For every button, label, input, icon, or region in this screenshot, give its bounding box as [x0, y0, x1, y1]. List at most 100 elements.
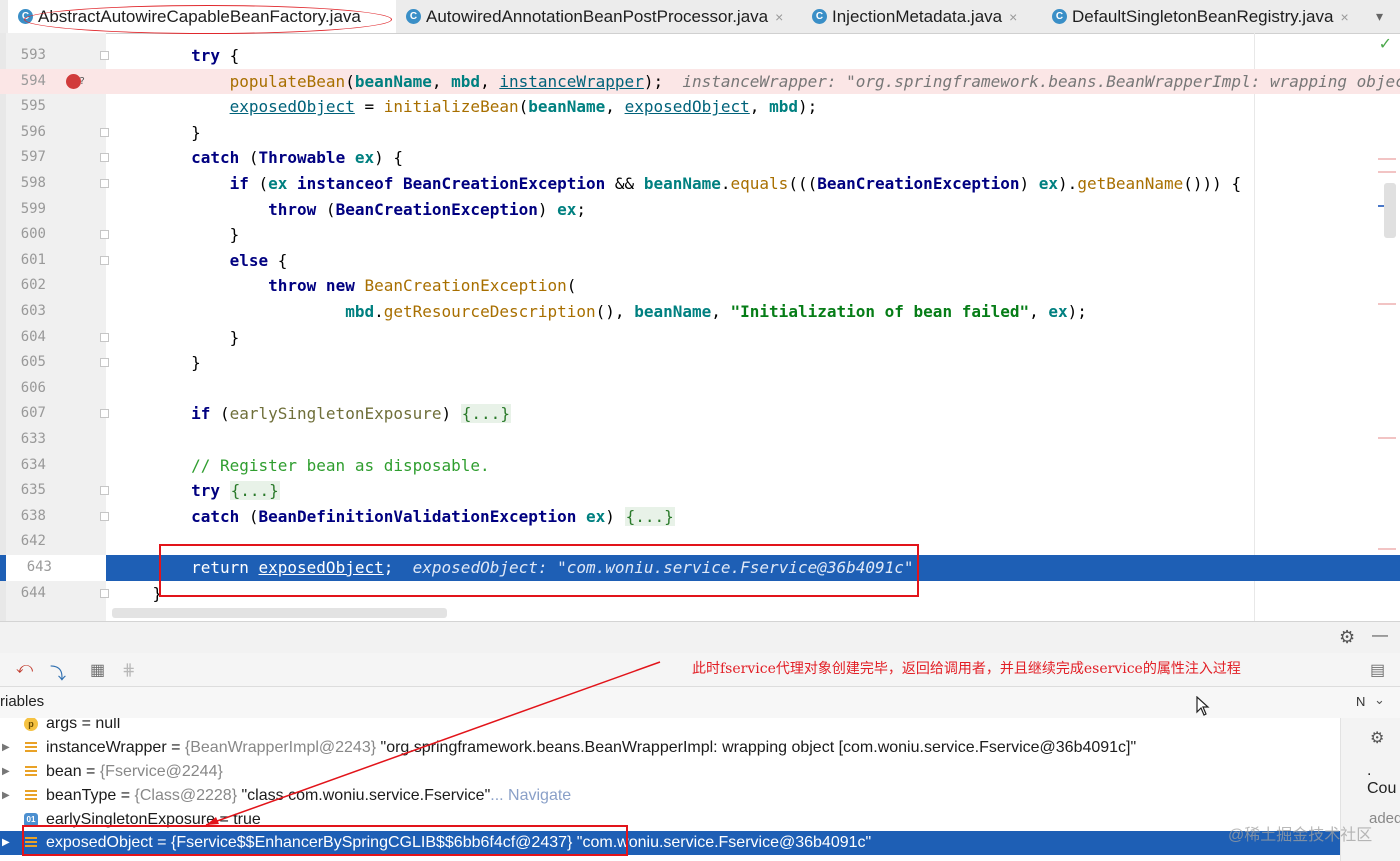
code-text: catch (BeanDefinitionValidationException… [191, 506, 675, 526]
code-text: throw (BeanCreationException) ex; [268, 199, 587, 219]
tab-autowired-annotation-bean-post-processor[interactable]: C AutowiredAnnotationBeanPostProcessor.j… [406, 0, 783, 33]
java-class-icon: C [812, 9, 827, 24]
tab-abstract-autowire-capable-bean-factory[interactable]: C AbstractAutowireCapableBeanFactory.jav… [8, 0, 396, 33]
line-number: 642 [20, 533, 46, 550]
close-icon[interactable]: × [1009, 9, 1017, 25]
code-editor[interactable]: 593 try { 594 ? populateBean(beanName, m… [0, 33, 1400, 621]
code-text: } [191, 122, 201, 142]
fold-marker-icon[interactable] [100, 409, 109, 419]
code-line: 598 if (ex instanceof BeanCreationExcept… [0, 171, 1400, 197]
fold-marker-icon[interactable] [100, 51, 109, 60]
variable-row-args[interactable]: p args = null [0, 718, 1340, 736]
line-number: 607 [20, 405, 46, 422]
fold-marker-icon[interactable] [100, 358, 109, 368]
fold-marker-icon[interactable] [100, 486, 109, 496]
line-number: 594 [20, 72, 46, 89]
close-icon[interactable]: × [1340, 9, 1348, 25]
code-comment: // Register bean as disposable. [191, 455, 490, 475]
variable-row-exposed-object[interactable]: ▶ exposedObject = {Fservice$$EnhancerByS… [0, 831, 1340, 855]
code-text: throw new BeanCreationException( [268, 276, 577, 296]
line-number: 595 [20, 98, 46, 115]
fold-marker-icon[interactable] [100, 588, 109, 598]
scroll-marker [1378, 548, 1396, 550]
line-number: 597 [20, 149, 46, 166]
code-text: } [152, 583, 163, 603]
fold-marker-icon[interactable] [100, 179, 109, 188]
vertical-scrollbar[interactable] [1384, 183, 1396, 238]
tab-overflow-chevron-icon[interactable]: ▾ [1376, 0, 1383, 33]
tab-default-singleton-bean-registry[interactable]: C DefaultSingletonBeanRegistry.java × [1052, 0, 1349, 33]
chevron-down-icon[interactable]: ⌄ [1374, 692, 1385, 708]
boolean-primitive-icon: 01 [24, 813, 38, 827]
code-line: 603 mbd.getResourceDescription(), beanNa… [0, 299, 1400, 325]
inline-debug-value: exposedObject: "com.woniu.service.Fservi… [412, 558, 914, 577]
scroll-marker [1378, 158, 1396, 160]
evaluate-table-icon[interactable]: ▦ [90, 660, 105, 680]
line-number: 604 [20, 328, 46, 345]
variable-row-instance-wrapper[interactable]: ▶ instanceWrapper = {BeanWrapperImpl@224… [0, 736, 1340, 760]
variable-row-bean-type[interactable]: ▶ beanType = {Class@2228} "class com.won… [0, 784, 1340, 808]
fold-marker-icon[interactable] [100, 153, 109, 163]
line-number: 634 [20, 456, 46, 473]
side-panel-status: aded. [1369, 810, 1400, 827]
minimize-icon[interactable]: — [1372, 627, 1388, 645]
code-text: try {...} [191, 481, 280, 501]
code-line: 604 } [0, 325, 1400, 351]
folded-code-block[interactable]: {...} [624, 506, 675, 526]
trace-icon[interactable]: ⋕ [122, 660, 135, 680]
drop-frame-icon[interactable]: ⤺ [16, 660, 33, 678]
tab-label: AutowiredAnnotationBeanPostProcessor.jav… [426, 6, 769, 26]
line-number: 601 [20, 251, 46, 268]
view-mode-label[interactable]: N [1356, 694, 1365, 709]
code-line: 600 } [0, 222, 1400, 248]
fold-marker-icon[interactable] [100, 127, 109, 137]
expand-arrow-icon[interactable]: ▶ [2, 784, 10, 808]
line-number: 603 [20, 303, 46, 319]
code-text: if (ex instanceof BeanCreationException … [229, 174, 1242, 193]
variable-row-early-singleton-exposure[interactable]: 01 earlySingletonExposure = true [0, 808, 1340, 832]
code-line: 605 } [0, 350, 1400, 376]
horizontal-scrollbar[interactable] [112, 608, 447, 618]
field-object-icon [24, 789, 38, 803]
line-number: 643 [6, 555, 106, 581]
annotation-note: 此时fservice代理对象创建完毕，返回给调用者，并且继续完成eservice… [692, 661, 1241, 677]
fold-marker-icon[interactable] [100, 255, 109, 265]
java-class-icon: C [406, 9, 421, 24]
line-number: 633 [20, 431, 46, 447]
code-line: 638 catch (BeanDefinitionValidationExcep… [0, 504, 1400, 530]
fold-marker-icon[interactable] [100, 332, 109, 342]
code-text: catch (Throwable ex) { [191, 148, 404, 168]
check-icon: ✓ [1378, 36, 1392, 53]
side-panel-text: . Cou [1367, 762, 1397, 797]
fold-marker-icon[interactable] [100, 230, 109, 240]
java-class-icon: C [18, 9, 33, 24]
code-text: } [229, 225, 240, 245]
line-number: 606 [20, 379, 46, 396]
layout-icon[interactable]: ▤ [1370, 660, 1385, 680]
close-icon[interactable]: × [775, 9, 783, 25]
code-line: 593 try { [0, 43, 1400, 69]
editor-tab-bar: C AbstractAutowireCapableBeanFactory.jav… [0, 0, 1400, 34]
folded-code-block[interactable]: {...} [229, 481, 280, 501]
variable-text: exposedObject = {Fservice$$EnhancerBySpr… [46, 834, 872, 851]
navigate-link[interactable]: ... Navigate [490, 787, 571, 804]
variable-text: earlySingletonExposure = true [46, 811, 261, 828]
expand-arrow-icon[interactable]: ▶ [2, 831, 10, 855]
line-number: 593 [20, 47, 46, 63]
settings-gear-icon[interactable]: ⚙ [1370, 728, 1384, 748]
gear-icon[interactable]: ⚙ [1339, 627, 1355, 648]
code-line: 635 try {...} [0, 478, 1400, 504]
expand-arrow-icon[interactable]: ▶ [2, 736, 10, 760]
step-into-icon[interactable]: ⤵ [50, 660, 66, 684]
scroll-marker [1378, 437, 1396, 439]
field-object-icon [24, 765, 38, 779]
fold-marker-icon[interactable] [100, 511, 109, 521]
expand-arrow-icon[interactable]: ▶ [2, 760, 10, 784]
variables-tree[interactable]: p args = null ▶ instanceWrapper = {BeanW… [0, 718, 1340, 861]
variable-row-bean[interactable]: ▶ bean = {Fservice@2244} [0, 760, 1340, 784]
variable-text: beanType = {Class@2228} "class com.woniu… [46, 787, 572, 804]
code-line: 602 throw new BeanCreationException( [0, 273, 1400, 299]
tab-injection-metadata[interactable]: C InjectionMetadata.java × [812, 0, 1017, 33]
folded-code-block[interactable]: {...} [460, 404, 511, 424]
field-object-icon [24, 741, 38, 755]
